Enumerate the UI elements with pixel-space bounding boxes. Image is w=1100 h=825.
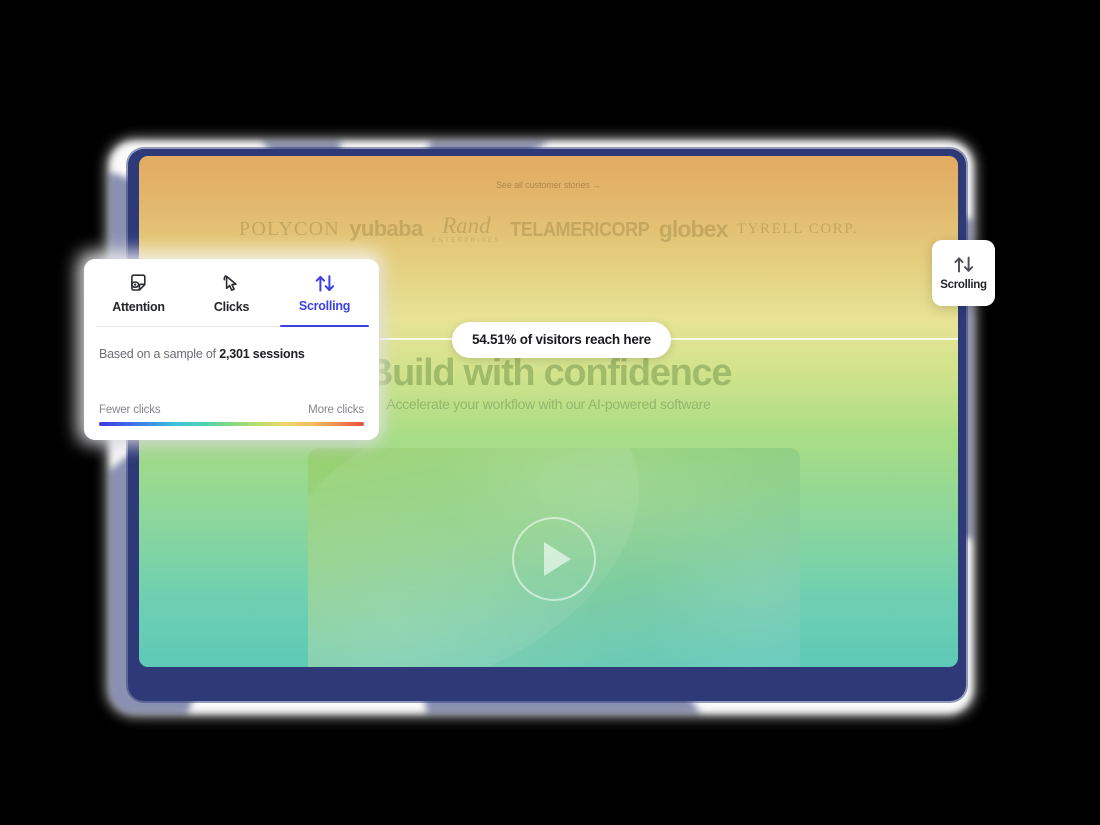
logo-polycon: POLYCON — [239, 218, 340, 240]
logo-yubaba: yubaba — [349, 216, 423, 241]
heatmap-control-panel: Attention Clicks Scrolling Based on a sa… — [84, 259, 379, 440]
logo-globex: globex — [658, 215, 729, 242]
legend-gradient-bar — [99, 421, 364, 426]
legend-low-label: Fewer clicks — [99, 403, 161, 416]
heatmap-legend: Fewer clicks More clicks — [99, 403, 364, 426]
tab-clicks[interactable]: Clicks — [185, 259, 278, 327]
scroll-depth-tooltip: 54.51% of visitors reach here — [452, 322, 671, 358]
tab-attention[interactable]: Attention — [92, 259, 185, 327]
tab-attention-label: Attention — [112, 299, 165, 314]
sample-size-value: 2,301 sessions — [219, 347, 305, 361]
play-triangle-icon — [544, 542, 571, 576]
sample-size-text: Based on a sample of 2,301 sessions — [84, 327, 379, 361]
cursor-click-icon — [221, 273, 242, 294]
attention-eye-icon — [128, 273, 149, 294]
heatmap-mode-tabs: Attention Clicks Scrolling — [84, 259, 379, 327]
logo-rand-enterprises: Rand ENTERPRISES — [432, 214, 501, 244]
legend-high-label: More clicks — [308, 403, 364, 416]
logo-rand-name: Rand — [442, 213, 491, 238]
logo-rand-subtitle: ENTERPRISES — [432, 238, 501, 244]
logo-tyrell-corp: TYRELL CORP. — [736, 220, 858, 237]
sample-size-prefix: Based on a sample of — [99, 347, 220, 361]
see-all-customer-stories-link[interactable]: See all customer stories → — [139, 180, 958, 190]
logo-telamericorp: TELAMERICORP — [510, 217, 650, 241]
tab-scrolling[interactable]: Scrolling — [278, 259, 371, 327]
play-button-icon[interactable] — [512, 517, 596, 601]
tab-scrolling-label: Scrolling — [298, 298, 351, 313]
screenshot-stage: See all customer stories → POLYCON yubab… — [0, 0, 1100, 825]
scrolling-mode-badge[interactable]: Scrolling — [932, 240, 995, 306]
scrolling-mode-badge-label: Scrolling — [940, 278, 987, 291]
tab-clicks-label: Clicks — [213, 299, 250, 314]
customer-logo-row: POLYCON yubaba Rand ENTERPRISES TELAMERI… — [139, 214, 958, 244]
scroll-updown-arrows-icon — [314, 274, 336, 293]
hero-video-thumbnail[interactable] — [308, 448, 800, 667]
scroll-updown-arrows-icon — [953, 256, 975, 273]
